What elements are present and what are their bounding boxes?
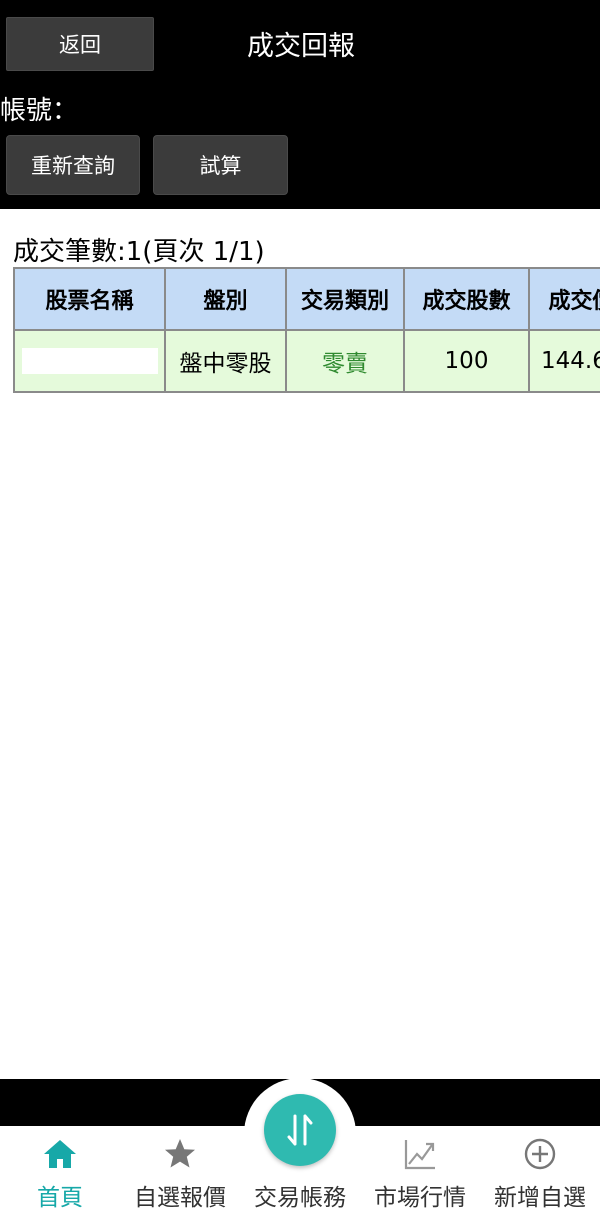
column-header-session: 盤別 [164, 267, 287, 331]
nav-label-add-watchlist: 新增自選 [494, 1185, 586, 1211]
header-bar: 返回 成交回報 帳號： 重新查詢 試算 [0, 0, 600, 209]
nav-item-market-info[interactable]: 市場行情 [360, 1126, 480, 1218]
trade-table: 股票名稱 盤別 交易類別 成交股數 成交價 盤中零股 零賣 100 144.6 [13, 267, 600, 393]
nav-label-trading-account: 交易帳務 [254, 1185, 346, 1211]
trend-chart-icon [404, 1140, 435, 1170]
table-row[interactable]: 盤中零股 零賣 100 144.6 [13, 329, 600, 393]
trade-count-text: 成交筆數:1(頁次 1/1) [13, 237, 265, 267]
requery-button[interactable]: 重新查詢 [6, 135, 140, 195]
column-header-shares: 成交股數 [403, 267, 530, 331]
page-title: 成交回報 [247, 31, 355, 62]
trading-fab-button[interactable] [264, 1094, 336, 1166]
nav-label-home: 首頁 [37, 1185, 83, 1211]
nav-item-add-watchlist[interactable]: 新增自選 [480, 1126, 600, 1218]
account-label: 帳號： [0, 96, 79, 126]
column-header-price: 成交價 [528, 267, 600, 331]
column-header-trade-type: 交易類別 [285, 267, 405, 331]
stock-name-cell [13, 329, 166, 393]
nav-item-home[interactable]: 首頁 [0, 1126, 120, 1218]
price-cell: 144.6 [528, 329, 600, 393]
stock-name-value [21, 348, 158, 374]
transfer-arrows-icon [287, 1114, 313, 1146]
trade-report-content: 成交筆數:1(頁次 1/1) 股票名稱 盤別 交易類別 成交股數 成交價 盤 [0, 209, 600, 1079]
star-icon [165, 1139, 195, 1168]
plus-circle-icon [524, 1138, 556, 1170]
trade-type-cell: 零賣 [285, 329, 405, 393]
column-header-stock-name: 股票名稱 [13, 267, 166, 331]
nav-label-market-info: 市場行情 [374, 1185, 466, 1211]
shares-cell: 100 [403, 329, 530, 393]
nav-label-watchlist-quotes: 自選報價 [134, 1185, 226, 1211]
calculate-button[interactable]: 試算 [153, 135, 288, 195]
session-cell: 盤中零股 [164, 329, 287, 393]
table-header-row: 股票名稱 盤別 交易類別 成交股數 成交價 [13, 267, 600, 331]
nav-item-watchlist-quotes[interactable]: 自選報價 [120, 1126, 240, 1218]
home-icon [44, 1140, 76, 1168]
